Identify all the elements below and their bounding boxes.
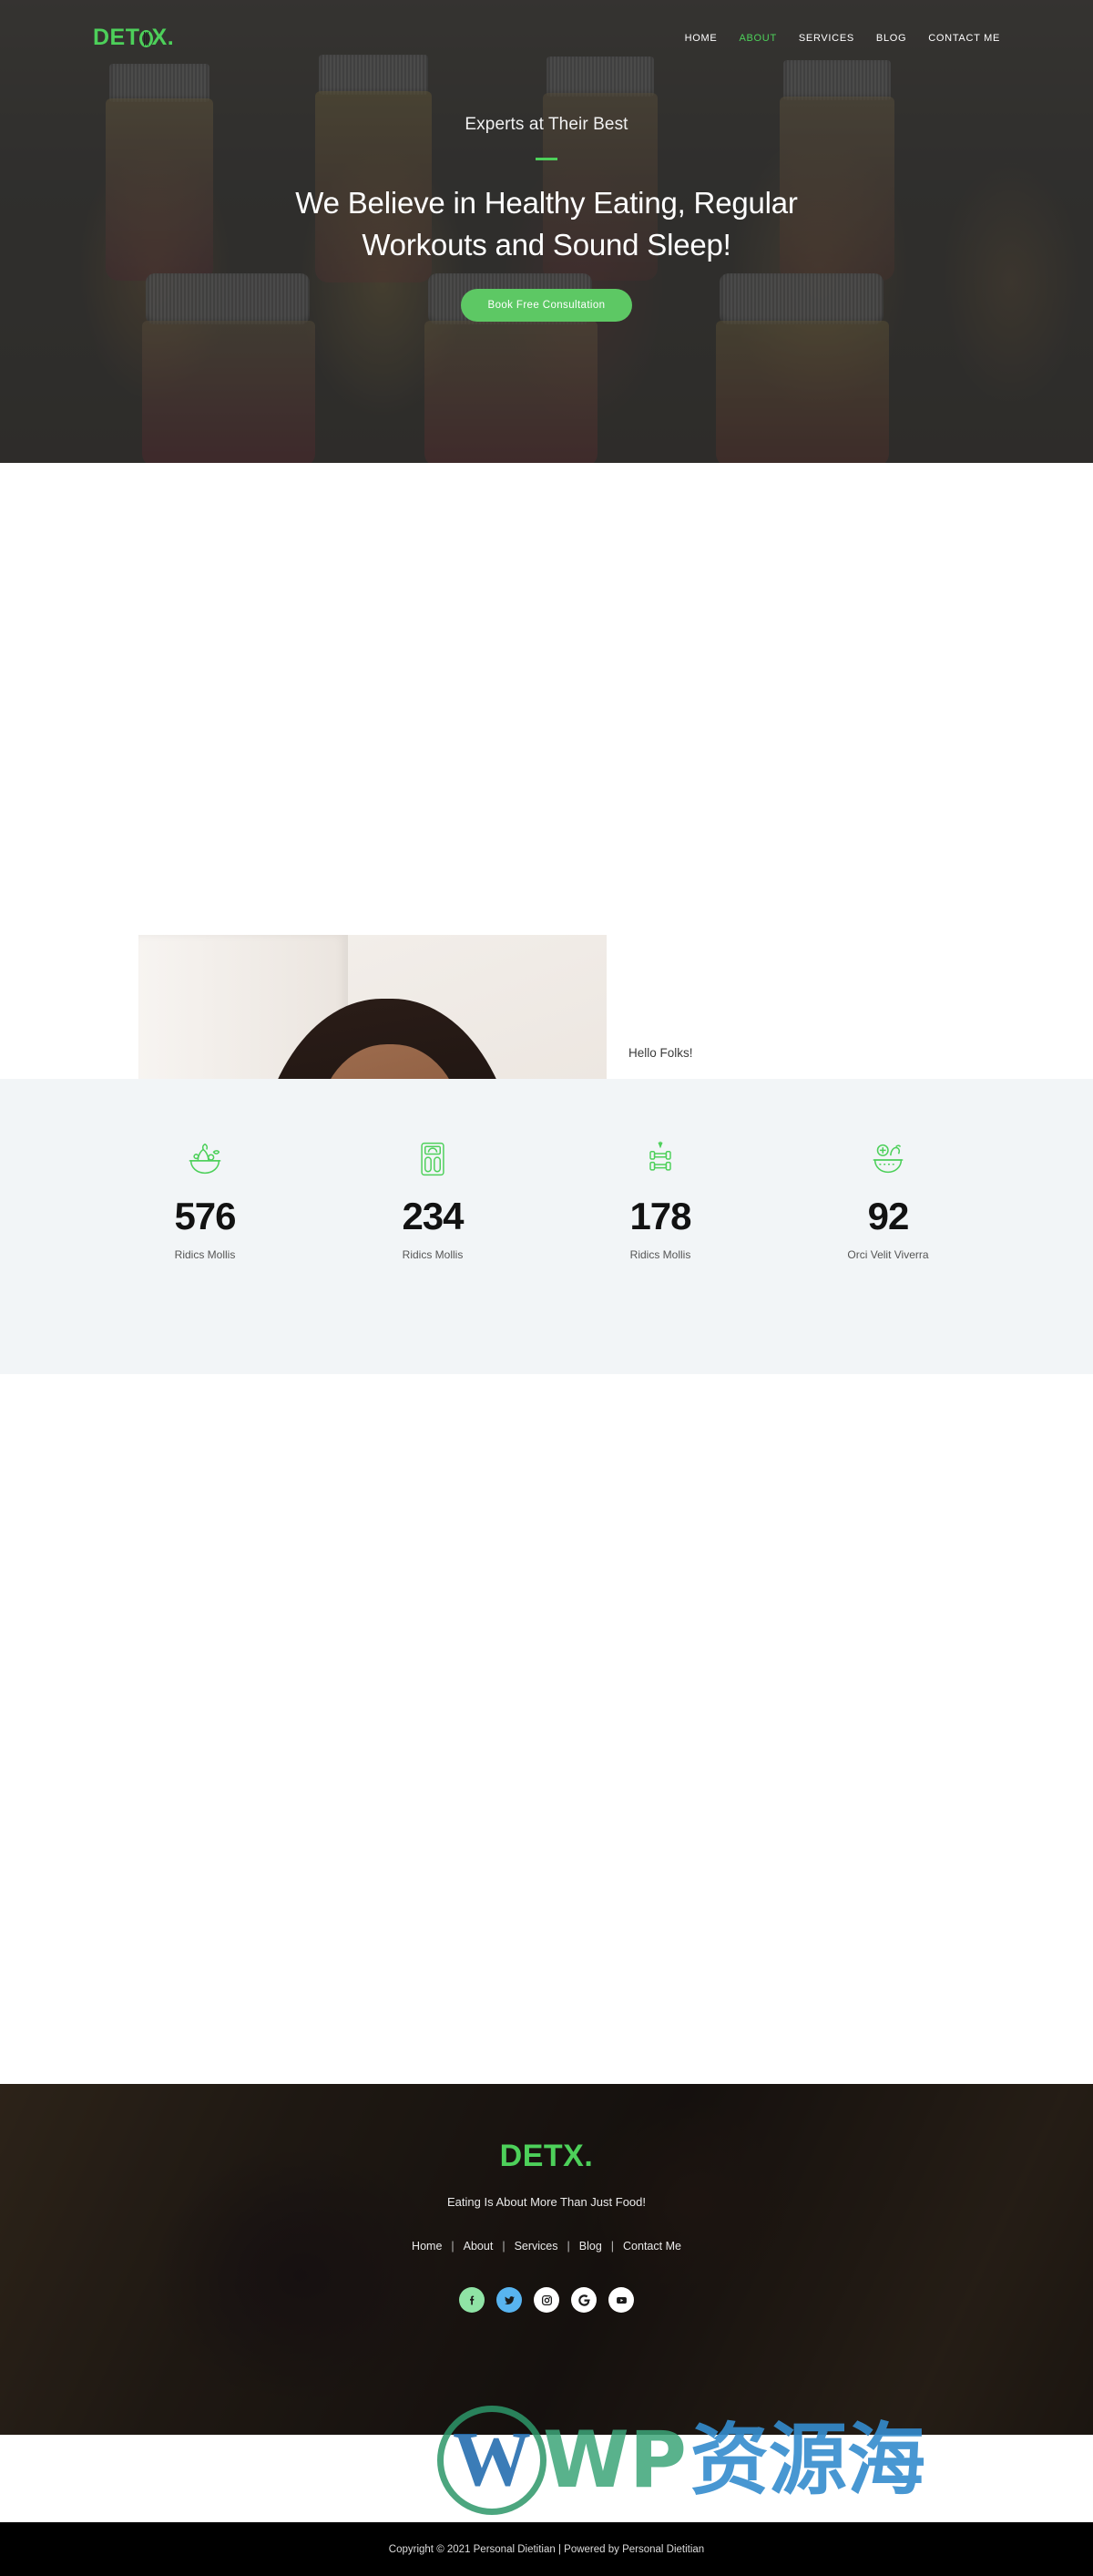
stat-item: 234 Ridics Mollis — [319, 1135, 546, 1261]
hero-subtitle: Experts at Their Best — [465, 115, 628, 134]
stat-value: 92 — [867, 1195, 910, 1237]
copyright-bar: Copyright © 2021 Personal Dietitian | Po… — [0, 2522, 1093, 2576]
footer-link-contact-me[interactable]: Contact Me — [623, 2240, 681, 2253]
footer-nav-separator: | — [502, 2240, 506, 2253]
nav-list: HOME ABOUT SERVICES BLOG CONTACT ME — [685, 29, 1000, 46]
footer-link-services[interactable]: Services — [515, 2240, 558, 2253]
stat-item: 576 Ridics Mollis — [91, 1135, 319, 1261]
sidebar-item-home[interactable]: HOME — [685, 33, 718, 44]
footer-link-blog[interactable]: Blog — [579, 2240, 602, 2253]
footer-logo-text-left: DET — [499, 2139, 564, 2173]
stat-value: 576 — [174, 1195, 236, 1237]
footer-logo-text-right: X — [563, 2139, 585, 2173]
stat-value: 178 — [629, 1195, 691, 1237]
footer-nav: Home | About | Services | Blog | Contact… — [412, 2240, 681, 2253]
instagram-icon[interactable] — [534, 2287, 559, 2313]
about-greeting: Hello Folks! — [628, 1046, 693, 1060]
nav-item-services: SERVICES — [799, 29, 854, 46]
stat-label: Ridics Mollis — [629, 1248, 691, 1261]
footer-link-about[interactable]: About — [464, 2240, 494, 2253]
fork-icon — [138, 29, 153, 47]
youtube-icon[interactable] — [608, 2287, 634, 2313]
stat-label: Ridics Mollis — [402, 1248, 464, 1261]
facebook-icon[interactable] — [459, 2287, 485, 2313]
stat-item: 92 Orci Velit Viverra — [774, 1135, 1002, 1261]
stat-label: Orci Velit Viverra — [847, 1248, 929, 1261]
footer-nav-separator: | — [610, 2240, 615, 2253]
logo-text-right: X — [151, 24, 168, 50]
fruit-bowl-icon — [774, 1135, 1002, 1183]
nav-item-home: HOME — [685, 29, 718, 46]
stat-item: 178 Ridics Mollis — [546, 1135, 774, 1261]
logo-dot: . — [167, 24, 175, 50]
site-footer: DETX. Eating Is About More Than Just Foo… — [0, 2084, 1093, 2435]
hero-section: DET X. HOME ABOUT SERVICES BLOG CONTACT M… — [0, 0, 1093, 463]
sidebar-item-services[interactable]: SERVICES — [799, 33, 854, 44]
footer-content: DETX. Eating Is About More Than Just Foo… — [0, 2084, 1093, 2313]
site-logo[interactable]: DET X. — [93, 25, 174, 51]
footer-nav-separator: | — [567, 2240, 570, 2253]
book-free-consultation-button[interactable]: Book Free Consultation — [460, 289, 633, 323]
logo-text-left: DET — [93, 24, 140, 50]
sidebar-item-about[interactable]: ABOUT — [739, 33, 776, 44]
twitter-icon[interactable] — [496, 2287, 522, 2313]
footer-logo-dot: . — [584, 2139, 594, 2173]
stat-value: 234 — [402, 1195, 464, 1237]
nav-item-contact: CONTACT ME — [928, 29, 1000, 46]
google-icon[interactable] — [571, 2287, 597, 2313]
weight-scale-icon — [319, 1135, 546, 1183]
features-section: Relationship With Food Deleniti maiores … — [0, 1374, 1093, 2084]
stat-label: Ridics Mollis — [174, 1248, 236, 1261]
top-navbar: DET X. HOME ABOUT SERVICES BLOG CONTACT M… — [0, 0, 1093, 75]
copyright-text: Copyright © 2021 Personal Dietitian | Po… — [388, 2543, 705, 2555]
stats-section: 576 Ridics Mollis 234 Ridics Mollis 178 … — [0, 1079, 1093, 1374]
footer-social-links — [459, 2287, 634, 2313]
sidebar-item-blog[interactable]: BLOG — [876, 33, 906, 44]
about-section: Hello Folks! Mollit Imperdiet Viverra, U… — [0, 463, 1093, 1533]
nav-item-blog: BLOG — [876, 29, 906, 46]
dumbbell-icon — [546, 1135, 774, 1183]
sidebar-item-contact-me[interactable]: CONTACT ME — [928, 33, 1000, 44]
footer-logo[interactable]: DETX. — [500, 2139, 594, 2178]
page-root: DET X. HOME ABOUT SERVICES BLOG CONTACT M… — [0, 0, 1093, 2576]
hero-accent-rule — [536, 158, 557, 160]
footer-tagline: Eating Is About More Than Just Food! — [447, 2195, 646, 2209]
page-title: We Believe in Healthy Eating, Regular Wo… — [295, 186, 798, 262]
footer-link-home[interactable]: Home — [412, 2240, 442, 2253]
footer-nav-separator: | — [451, 2240, 455, 2253]
nav-item-about: ABOUT — [739, 29, 776, 46]
salad-bowl-icon — [91, 1135, 319, 1183]
